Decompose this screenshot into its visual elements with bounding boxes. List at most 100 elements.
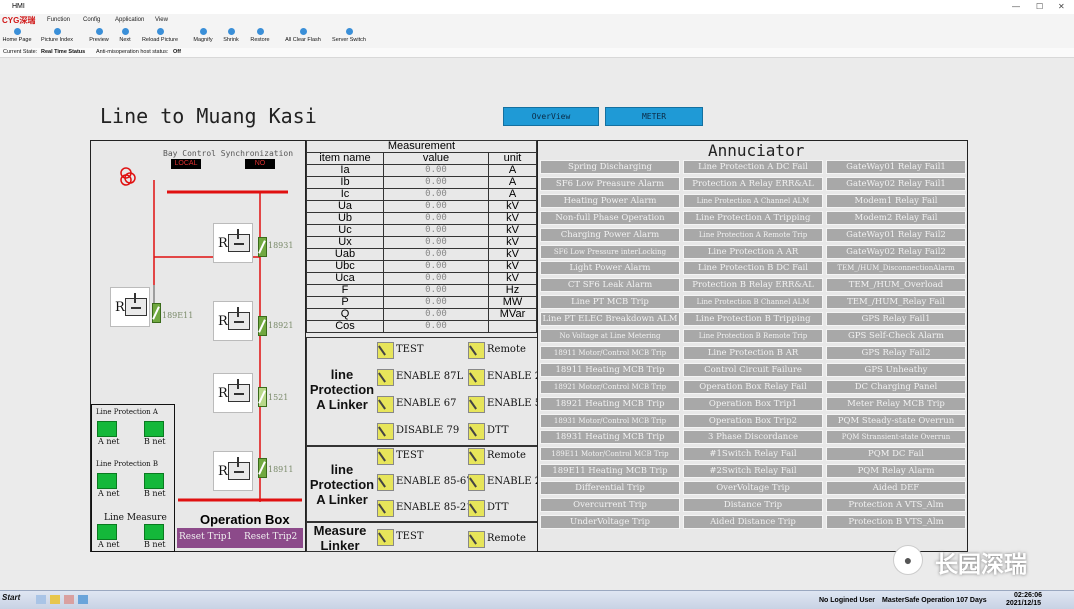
measure-a-net-icon[interactable] [97, 524, 117, 540]
annunciator-tile[interactable]: SF6 Low Preasure Alarm [540, 176, 680, 191]
linker-switch-icon[interactable] [377, 500, 394, 517]
linker-switch-icon[interactable] [377, 529, 394, 546]
annunciator-tile[interactable]: #2Switch Relay Fail [683, 464, 823, 479]
picture-index-button[interactable]: Picture Index [38, 26, 76, 48]
annunciator-tile[interactable]: Light Power Alarm [540, 261, 680, 276]
minimize-icon[interactable]: — [1012, 2, 1020, 11]
home-page-button[interactable]: Home Page [2, 26, 32, 48]
annunciator-tile[interactable]: GPS Self-Check Alarm [826, 329, 966, 343]
annunciator-tile[interactable]: Operation Box Trip2 [683, 413, 823, 428]
annunciator-tile[interactable]: 18921 Heating MCB Trip [540, 396, 680, 411]
overview-button[interactable]: OverView [503, 107, 599, 126]
annunciator-tile[interactable]: #1Switch Relay Fail [683, 447, 823, 462]
annunciator-tile[interactable]: Line Protection B Channel ALM [683, 295, 823, 310]
annunciator-tile[interactable]: GPS Relay Fail1 [826, 312, 966, 327]
annunciator-tile[interactable]: Operation Box Relay Fail [683, 379, 823, 394]
annunciator-tile[interactable]: GateWay02 Relay Fail1 [826, 176, 966, 191]
linker-switch-icon[interactable] [377, 448, 394, 465]
server-switch-button[interactable]: Server Switch [330, 26, 368, 48]
annunciator-tile[interactable]: GPS Relay Fail2 [826, 345, 966, 360]
switch-18921[interactable] [258, 316, 267, 336]
annunciator-tile[interactable]: Line Protection B Remote Trip [683, 329, 823, 343]
reset-trip1-button[interactable]: Reset Trip1 [179, 532, 232, 542]
prot-a-a-net-icon[interactable] [97, 421, 117, 437]
reset-trip2-button[interactable]: Reset Trip2 [244, 532, 297, 542]
linker-switch-icon[interactable] [377, 474, 394, 491]
annunciator-tile[interactable]: 189E11 Heating MCB Trip [540, 464, 680, 479]
annunciator-tile[interactable]: Line Protection A DC Fail [683, 160, 823, 174]
linker-switch-icon[interactable] [377, 369, 394, 386]
linker-switch-icon[interactable] [468, 500, 485, 517]
annunciator-tile[interactable]: Non-full Phase Operation [540, 210, 680, 225]
relay-18931[interactable]: R [213, 223, 253, 263]
shrink-button[interactable]: Shrink [220, 26, 242, 48]
annunciator-tile[interactable]: PQM Relay Alarm [826, 464, 966, 479]
prot-b-b-net-icon[interactable] [144, 473, 164, 489]
annunciator-tile[interactable]: Control Circuit Failure [683, 362, 823, 377]
annunciator-tile[interactable]: Overcurrent Trip [540, 498, 680, 512]
annunciator-tile[interactable]: Modem2 Relay Fail [826, 210, 966, 225]
annunciator-tile[interactable]: DC Charging Panel [826, 379, 966, 394]
annunciator-tile[interactable]: UnderVoltage Trip [540, 514, 680, 529]
annunciator-tile[interactable]: GPS Unheathy [826, 362, 966, 377]
menu-view[interactable]: View [155, 17, 168, 23]
taskbar-app-icon-2[interactable] [50, 595, 60, 604]
local-indicator[interactable]: LOCAL [171, 159, 201, 169]
menu-config[interactable]: Config [83, 17, 100, 23]
annunciator-tile[interactable]: Modem1 Relay Fail [826, 193, 966, 208]
linker-switch-icon[interactable] [468, 531, 485, 548]
annunciator-tile[interactable]: 189E11 Motor/Control MCB Trip [540, 447, 680, 462]
linker-switch-icon[interactable] [377, 342, 394, 359]
linker-switch-icon[interactable] [377, 396, 394, 413]
annunciator-tile[interactable]: Differential Trip [540, 481, 680, 496]
annunciator-tile[interactable]: Protection A Relay ERR&AL [683, 176, 823, 191]
annunciator-tile[interactable]: Line Protection B DC Fail [683, 261, 823, 276]
annunciator-tile[interactable]: Operation Box Trip1 [683, 396, 823, 411]
annunciator-tile[interactable]: Charging Power Alarm [540, 227, 680, 242]
reload-picture-button[interactable]: Reload Picture [140, 26, 180, 48]
annunciator-tile[interactable]: 18931 Motor/Control MCB Trip [540, 413, 680, 428]
annunciator-tile[interactable]: 18921 Motor/Control MCB Trip [540, 379, 680, 394]
annunciator-tile[interactable]: No Voltage at Line Metering [540, 329, 680, 343]
preview-button[interactable]: Preview [86, 26, 112, 48]
magnify-button[interactable]: Magnify [190, 26, 216, 48]
annunciator-tile[interactable]: 18911 Heating MCB Trip [540, 362, 680, 377]
annunciator-tile[interactable]: Line PT ELEC Breakdown ALM [540, 312, 680, 327]
annunciator-tile[interactable]: Line Protection A Channel ALM [683, 193, 823, 208]
linker-switch-icon[interactable] [468, 448, 485, 465]
measure-b-net-icon[interactable] [144, 524, 164, 540]
annunciator-tile[interactable]: GateWay01 Relay Fail2 [826, 227, 966, 242]
annunciator-tile[interactable]: TEM_/HUM_Relay Fail [826, 295, 966, 310]
taskbar-app-icon-3[interactable] [64, 595, 74, 604]
annunciator-tile[interactable]: Line PT MCB Trip [540, 295, 680, 310]
restore-button[interactable]: Restore [248, 26, 272, 48]
annunciator-tile[interactable]: PQM Steady-state Overrun [826, 413, 966, 428]
relay-18921[interactable]: R [213, 301, 253, 341]
annunciator-tile[interactable]: 18931 Heating MCB Trip [540, 430, 680, 445]
prot-a-b-net-icon[interactable] [144, 421, 164, 437]
annunciator-tile[interactable]: Aided Distance Trip [683, 514, 823, 529]
annunciator-tile[interactable]: 3 Phase Discordance [683, 430, 823, 445]
annunciator-tile[interactable]: PQM Stransient-state Overrun [826, 430, 966, 445]
prot-b-a-net-icon[interactable] [97, 473, 117, 489]
start-button[interactable]: Start [2, 593, 30, 606]
taskbar-app-icon-1[interactable] [36, 595, 46, 604]
sync-indicator[interactable]: NO [245, 159, 275, 169]
annunciator-tile[interactable]: Aided DEF [826, 481, 966, 496]
annunciator-tile[interactable]: Protection B Relay ERR&AL [683, 278, 823, 293]
breaker-1521[interactable] [258, 387, 267, 407]
annunciator-tile[interactable]: Protection B VTS_Alm [826, 514, 966, 529]
annunciator-tile[interactable]: Line Protection A Tripping [683, 210, 823, 225]
switch-18911[interactable] [258, 458, 267, 478]
annunciator-tile[interactable]: Meter Relay MCB Trip [826, 396, 966, 411]
annunciator-tile[interactable]: Distance Trip [683, 498, 823, 512]
annunciator-tile[interactable]: TEM_/HUM_Overload [826, 278, 966, 293]
relay-18911[interactable]: R [213, 451, 253, 491]
annunciator-tile[interactable]: TEM_/HUM_DisconnectionAlarm [826, 261, 966, 276]
menu-function[interactable]: Function [47, 17, 70, 23]
annunciator-tile[interactable]: Heating Power Alarm [540, 193, 680, 208]
switch-189e11[interactable] [152, 303, 161, 323]
annunciator-tile[interactable]: CT SF6 Leak Alarm [540, 278, 680, 293]
all-clear-flash-button[interactable]: All Clear Flash [284, 26, 322, 48]
linker-switch-icon[interactable] [377, 423, 394, 440]
